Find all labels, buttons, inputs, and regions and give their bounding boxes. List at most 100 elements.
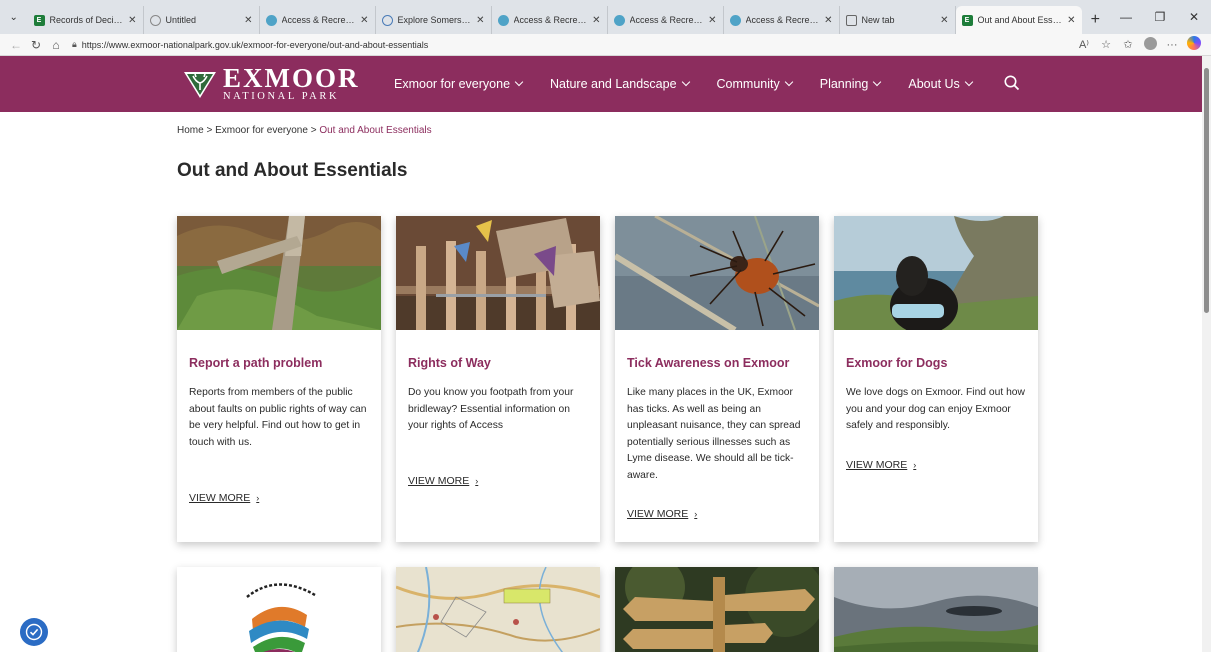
- close-tab-icon[interactable]: ✕: [708, 15, 716, 26]
- main-navigation: Exmoor for everyone Nature and Landscape…: [394, 56, 1000, 112]
- card-countryside-code[interactable]: [177, 567, 381, 652]
- close-tab-icon[interactable]: ✕: [128, 15, 136, 26]
- card-exmoor-for-dogs[interactable]: Exmoor for Dogs We love dogs on Exmoor. …: [834, 216, 1038, 542]
- favorites-collection-icon[interactable]: ✩: [1117, 38, 1139, 51]
- tab-title: Explore Somerset -: [397, 15, 473, 25]
- stag-logo-icon: [184, 71, 216, 98]
- chevron-down-icon: [964, 77, 974, 87]
- nav-label: Exmoor for everyone: [394, 77, 511, 91]
- read-aloud-icon[interactable]: A⁾: [1073, 38, 1095, 51]
- browser-tab[interactable]: Access & Recreation - E✕: [608, 6, 724, 34]
- close-window-icon[interactable]: ✕: [1177, 0, 1211, 34]
- view-more-link[interactable]: VIEW MORE ›: [189, 492, 259, 504]
- card-tick-awareness[interactable]: Tick Awareness on Exmoor Like many place…: [615, 216, 819, 542]
- browser-tab[interactable]: Access & Recreation - E✕: [260, 6, 376, 34]
- browser-tab[interactable]: E Records of Decisions an✕: [28, 6, 144, 34]
- more-options-icon[interactable]: ···: [1161, 39, 1183, 51]
- minimize-icon[interactable]: —: [1109, 0, 1143, 34]
- close-tab-icon[interactable]: ✕: [1067, 15, 1075, 26]
- browser-tab[interactable]: New tab ✕: [840, 6, 956, 34]
- countryside-code-logo: [177, 567, 381, 652]
- search-icon[interactable]: [1003, 74, 1021, 92]
- card-title[interactable]: Rights of Way: [408, 356, 491, 370]
- landscape-image: [834, 567, 1038, 652]
- browser-tab[interactable]: Untitled ✕: [144, 6, 260, 34]
- restore-icon[interactable]: ❐: [1143, 0, 1177, 34]
- breadcrumb: Home > Exmoor for everyone > Out and Abo…: [177, 125, 432, 136]
- close-tab-icon[interactable]: ✕: [476, 15, 484, 26]
- card-moorland-landscape[interactable]: [834, 567, 1038, 652]
- card-description: We love dogs on Exmoor. Find out how you…: [846, 387, 1025, 431]
- home-icon[interactable]: ⌂: [46, 38, 66, 52]
- view-more-label: VIEW MORE: [189, 492, 251, 504]
- card-rights-of-way[interactable]: Rights of Way Do you know you footpath f…: [396, 216, 600, 542]
- back-arrow-icon[interactable]: ←: [6, 38, 26, 52]
- breadcrumb-home-link[interactable]: Home: [177, 125, 204, 136]
- nav-community[interactable]: Community: [716, 77, 793, 91]
- site-header: EXMOOR NATIONAL PARK Exmoor for everyone…: [0, 56, 1202, 112]
- favicon-icon: E: [33, 14, 45, 26]
- favicon-icon: [613, 14, 625, 26]
- browser-tab-active[interactable]: E Out and About Essentia ✕: [955, 6, 1082, 34]
- nav-nature-and-landscape[interactable]: Nature and Landscape: [550, 77, 690, 91]
- map-image: [396, 567, 600, 652]
- tab-title: Records of Decisions an: [49, 15, 125, 25]
- url-field[interactable]: 🔒︎ https://www.exmoor-nationalpark.gov.u…: [72, 36, 428, 54]
- browser-tabstrip: ⌄ ERecords of Decisions an✕ Untitled✕ Ac…: [0, 0, 1211, 34]
- card-title[interactable]: Exmoor for Dogs: [846, 356, 947, 370]
- chevron-right-icon: ›: [475, 476, 479, 486]
- tab-title: Access & Recreation - E: [629, 15, 705, 25]
- view-more-link[interactable]: VIEW MORE ›: [846, 459, 916, 471]
- nav-about-us[interactable]: About Us: [908, 77, 974, 91]
- card-maps[interactable]: [396, 567, 600, 652]
- profile-avatar-icon[interactable]: [1139, 36, 1161, 53]
- card-description: Reports from members of the public about…: [189, 387, 367, 448]
- refresh-icon[interactable]: ↻: [26, 38, 46, 52]
- page-scrollbar[interactable]: [1202, 56, 1211, 652]
- view-more-link[interactable]: VIEW MORE ›: [408, 475, 478, 487]
- nav-label: Nature and Landscape: [550, 77, 677, 91]
- card-report-path-problem[interactable]: Report a path problem Reports from membe…: [177, 216, 381, 542]
- chevron-right-icon: ›: [256, 493, 260, 503]
- card-description: Do you know you footpath from your bridl…: [408, 387, 574, 431]
- browser-tab[interactable]: Explore Somerset - ✕: [376, 6, 492, 34]
- browser-tab[interactable]: Access & Recreation - A✕: [492, 6, 608, 34]
- exmoor-logo[interactable]: EXMOOR NATIONAL PARK: [183, 65, 360, 103]
- accessibility-widget-icon[interactable]: [20, 618, 48, 646]
- copilot-icon[interactable]: [1183, 36, 1205, 53]
- favicon-icon: [497, 14, 509, 26]
- close-tab-icon[interactable]: ✕: [244, 15, 252, 26]
- chevron-down-icon: [514, 77, 524, 87]
- view-more-label: VIEW MORE: [627, 508, 689, 520]
- chevron-down-icon: [784, 77, 793, 87]
- lock-icon: 🔒︎: [72, 39, 77, 49]
- browser-tab[interactable]: Access & Recreation - E✕: [724, 6, 840, 34]
- nav-exmoor-for-everyone[interactable]: Exmoor for everyone: [394, 77, 524, 91]
- card-title[interactable]: Report a path problem: [189, 356, 322, 370]
- close-tab-icon[interactable]: ✕: [360, 15, 368, 26]
- tab-title: New tab: [861, 15, 895, 25]
- close-tab-icon[interactable]: ✕: [824, 15, 832, 26]
- fingerpost-sign-image: [615, 567, 819, 652]
- nav-planning[interactable]: Planning: [820, 77, 882, 91]
- scrollbar-thumb[interactable]: [1204, 68, 1209, 313]
- page-title: Out and About Essentials: [177, 160, 408, 181]
- breadcrumb-current: Out and About Essentials: [319, 125, 432, 136]
- close-tab-icon[interactable]: ✕: [592, 15, 600, 26]
- chevron-right-icon: ›: [694, 509, 698, 519]
- new-tab-plus-icon[interactable]: +: [1082, 6, 1110, 34]
- close-tab-icon[interactable]: ✕: [940, 15, 948, 26]
- view-more-label: VIEW MORE: [846, 459, 908, 471]
- favorite-star-icon[interactable]: ☆: [1095, 38, 1117, 51]
- nav-label: Community: [716, 77, 780, 91]
- logo-subtitle: NATIONAL PARK: [223, 91, 340, 102]
- card-fingerposts[interactable]: [615, 567, 819, 652]
- card-image-fallen-signpost: [177, 216, 381, 330]
- view-more-link[interactable]: VIEW MORE ›: [627, 508, 697, 520]
- favicon-icon: [729, 14, 741, 26]
- favicon-icon: E: [961, 14, 973, 26]
- card-title[interactable]: Tick Awareness on Exmoor: [627, 356, 789, 370]
- tab-list-chevron-icon[interactable]: ⌄: [0, 0, 28, 34]
- breadcrumb-parent-link[interactable]: Exmoor for everyone: [215, 125, 308, 136]
- favicon-icon: [845, 14, 857, 26]
